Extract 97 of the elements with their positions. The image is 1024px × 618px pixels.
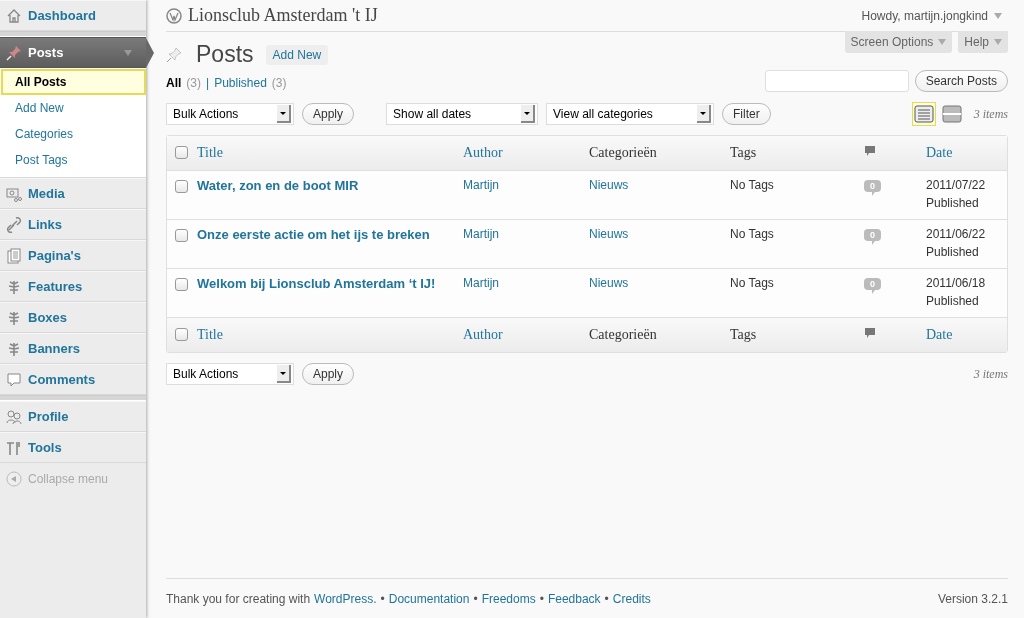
filter-separator: | xyxy=(206,76,210,90)
category-filter-dropdown[interactable]: View all categories xyxy=(546,103,715,125)
menu-item[interactable]: Banners xyxy=(0,333,146,364)
home-icon xyxy=(6,7,22,24)
plant-icon xyxy=(6,309,22,326)
screen-options-tab[interactable]: Screen Options xyxy=(844,31,953,53)
apply-button[interactable]: Apply xyxy=(302,363,355,385)
post-title-link[interactable]: Water, zon en de boot MIR xyxy=(197,178,359,193)
footer-link[interactable]: Freedoms xyxy=(481,592,536,606)
submenu-item[interactable]: Add New xyxy=(1,95,146,121)
speech-bubble-icon xyxy=(864,327,876,339)
column-header-link[interactable]: Title xyxy=(197,145,223,160)
post-date: 2011/06/22 xyxy=(926,227,987,241)
footer-link[interactable]: WordPress. xyxy=(314,592,377,606)
speech-bubble-icon xyxy=(6,371,22,388)
menu-item[interactable]: Pagina's xyxy=(0,240,146,271)
apply-button[interactable]: Apply xyxy=(302,103,355,125)
search-field[interactable] xyxy=(764,70,909,92)
menu-item[interactable]: Comments xyxy=(0,364,146,395)
wordpress-logo-icon xyxy=(166,7,182,24)
post-title-link[interactable]: Welkom bij Lionsclub Amsterdam ‘t IJ! xyxy=(197,276,436,291)
photo-music-icon xyxy=(6,185,22,202)
bullet-separator: • xyxy=(539,592,544,606)
column-header: Tags xyxy=(730,327,757,342)
column-header: Categorieën xyxy=(589,327,657,342)
status-filter-link[interactable]: All xyxy=(166,76,182,90)
filter-count: (3) xyxy=(186,76,201,90)
select-all-checkbox[interactable] xyxy=(175,327,188,341)
column-header-link[interactable]: Author xyxy=(463,327,503,342)
column-header: Tags xyxy=(730,145,757,160)
post-status: Published xyxy=(926,245,980,259)
post-status: Published xyxy=(926,196,980,210)
footer-link[interactable]: Feedback xyxy=(547,592,601,606)
item-count: 3 items xyxy=(973,106,1008,122)
pushpin-icon xyxy=(166,46,182,63)
bulk-actions-dropdown[interactable]: Bulk Actions xyxy=(166,103,294,125)
submenu-item[interactable]: All Posts xyxy=(1,69,146,95)
column-header: Categorieën xyxy=(589,145,657,160)
pages-icon xyxy=(6,247,22,264)
footer-link[interactable]: Documentation xyxy=(388,592,470,606)
plant-icon xyxy=(6,278,22,295)
post-date: 2011/07/22 xyxy=(926,178,987,192)
people-icon xyxy=(6,408,22,425)
page-title: Posts xyxy=(196,41,254,68)
menu-item[interactable]: Tools xyxy=(0,432,146,463)
filter-count: (3) xyxy=(271,76,287,90)
site-title[interactable]: Lionsclub Amsterdam 't IJ xyxy=(188,5,378,26)
speech-bubble-icon xyxy=(864,145,876,157)
category-link[interactable]: Nieuws xyxy=(589,227,629,241)
bullet-separator: • xyxy=(380,592,385,606)
footer-link[interactable]: Credits xyxy=(612,592,651,606)
user-greeting[interactable]: Howdy, martijn.jongkind xyxy=(861,8,988,23)
username-link[interactable]: Martijn xyxy=(463,276,499,290)
footer-text: Thank you for creating with xyxy=(166,592,311,606)
status-filter-link[interactable]: Published xyxy=(214,76,267,90)
column-header-link[interactable]: Date xyxy=(926,145,953,160)
column-header-link[interactable]: Title xyxy=(197,327,223,342)
excerpt-view-button[interactable] xyxy=(939,102,964,126)
tags-text: No Tags xyxy=(730,178,774,192)
pushpin-icon xyxy=(6,44,22,61)
item-count: 3 items xyxy=(973,366,1008,382)
menu-item[interactable]: Features xyxy=(0,271,146,302)
post-date: 2011/06/18 xyxy=(926,276,987,290)
bullet-separator: • xyxy=(473,592,478,606)
column-header-link[interactable]: Author xyxy=(463,145,503,160)
post-title-link[interactable]: Onze eerste actie om het ijs te breken xyxy=(197,227,430,242)
submenu-item[interactable]: Categories xyxy=(1,121,146,147)
tags-text: No Tags xyxy=(730,227,774,241)
category-link[interactable]: Nieuws xyxy=(589,178,629,192)
row-checkbox[interactable] xyxy=(175,180,188,193)
filter-button[interactable]: Filter xyxy=(722,103,771,125)
row-checkbox[interactable] xyxy=(175,278,188,291)
version-text: Version 3.2.1 xyxy=(937,592,1008,606)
category-link[interactable]: Nieuws xyxy=(589,276,629,290)
username-link[interactable]: Martijn xyxy=(463,178,499,192)
menu-item[interactable]: Profile xyxy=(0,401,146,432)
list-view-button[interactable] xyxy=(911,102,936,126)
post-status: Published xyxy=(926,294,980,308)
date-filter-dropdown[interactable]: Show all dates xyxy=(386,103,539,125)
bullet-separator: • xyxy=(604,592,609,606)
help-tab[interactable]: Help xyxy=(958,31,1008,53)
dropdown-arrow-icon xyxy=(994,12,1002,19)
submenu-item[interactable]: Post Tags xyxy=(1,147,146,173)
column-header-link[interactable]: Date xyxy=(926,327,953,342)
menu-item[interactable]: Links xyxy=(0,209,146,240)
tools-icon xyxy=(6,439,22,456)
row-checkbox[interactable] xyxy=(175,229,188,242)
plant-icon xyxy=(6,340,22,357)
username-link[interactable]: Martijn xyxy=(463,227,499,241)
bulk-actions-dropdown[interactable]: Bulk Actions xyxy=(166,363,294,385)
tags-text: No Tags xyxy=(730,276,774,290)
chain-link-icon xyxy=(6,216,22,233)
menu-item[interactable]: Boxes xyxy=(0,302,146,333)
select-all-checkbox[interactable] xyxy=(175,145,188,159)
search-posts-button[interactable]: Search Posts xyxy=(914,70,1008,92)
menu-item[interactable]: Media xyxy=(0,178,146,209)
add-new-button[interactable]: Add New xyxy=(265,44,329,65)
